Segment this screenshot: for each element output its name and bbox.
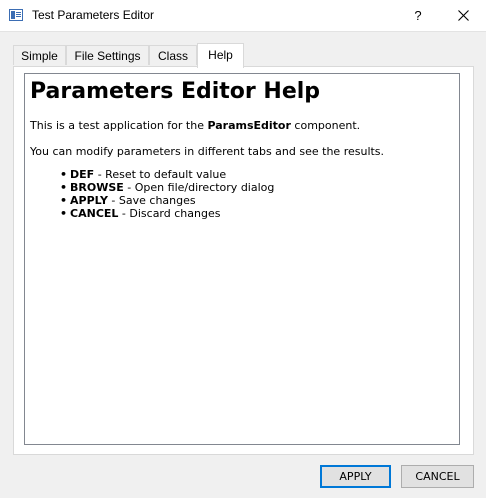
tab-simple[interactable]: Simple <box>13 45 66 65</box>
bullet-icon: • <box>60 207 68 220</box>
app-window-icon <box>9 9 23 21</box>
bullet-icon: • <box>60 168 68 181</box>
command-description: - Reset to default value <box>94 168 227 181</box>
intro-paragraph: This is a test application for the Param… <box>30 119 360 132</box>
help-text-area[interactable]: Parameters Editor Help This is a test ap… <box>24 73 460 445</box>
close-button[interactable] <box>440 0 486 31</box>
command-description: - Save changes <box>107 194 196 207</box>
bullet-icon: • <box>60 194 68 207</box>
component-name: ParamsEditor <box>207 119 291 132</box>
command-description: - Open file/directory dialog <box>123 181 275 194</box>
command-name: BROWSE <box>70 181 124 194</box>
tab-file-settings[interactable]: File Settings <box>66 45 149 65</box>
apply-button[interactable]: APPLY <box>320 465 391 488</box>
help-heading: Parameters Editor Help <box>30 79 321 104</box>
command-name: CANCEL <box>70 207 119 220</box>
command-name: DEF <box>70 168 95 181</box>
list-item: • APPLY - Save changes <box>60 194 274 207</box>
tab-help[interactable]: Help <box>197 43 244 68</box>
bullet-icon: • <box>60 181 68 194</box>
intro-text-before: This is a test application for the <box>30 119 208 132</box>
command-description: - Discard changes <box>118 207 221 220</box>
intro-text-after: component. <box>290 119 361 132</box>
modify-paragraph: You can modify parameters in different t… <box>30 145 385 158</box>
cancel-button[interactable]: CANCEL <box>401 465 474 488</box>
command-list: • DEF - Reset to default value • BROWSE - … <box>60 168 274 220</box>
help-button[interactable]: ? <box>405 0 431 31</box>
list-item: • DEF - Reset to default value <box>60 168 274 181</box>
title-bar: Test Parameters Editor ? <box>0 0 486 32</box>
tab-class[interactable]: Class <box>149 45 197 65</box>
close-icon <box>458 10 469 21</box>
list-item: • CANCEL - Discard changes <box>60 207 274 220</box>
command-name: APPLY <box>70 194 108 207</box>
window-title: Test Parameters Editor <box>32 8 155 22</box>
list-item: • BROWSE - Open file/directory dialog <box>60 181 274 194</box>
